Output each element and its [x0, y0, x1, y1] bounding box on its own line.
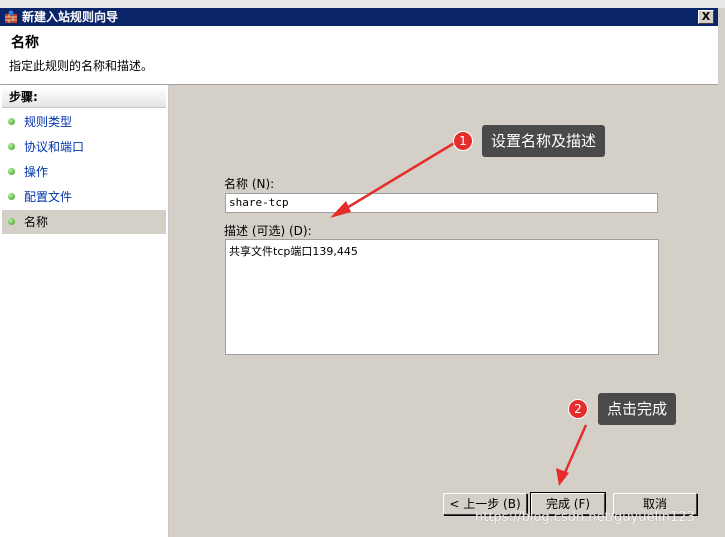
- annotation-callout-1: 设置名称及描述: [482, 125, 606, 157]
- annotation-arrows: [330, 140, 588, 486]
- arrow-to-finish-button: [556, 424, 588, 486]
- arrow-to-name-field: [330, 140, 457, 218]
- annotation-badge-1: 1: [453, 131, 473, 151]
- annotation-badge-2: 2: [568, 399, 588, 419]
- annotation-callout-2: 点击完成: [598, 393, 677, 425]
- watermark: https://blog.csdn.net/guyuelin123: [475, 510, 695, 525]
